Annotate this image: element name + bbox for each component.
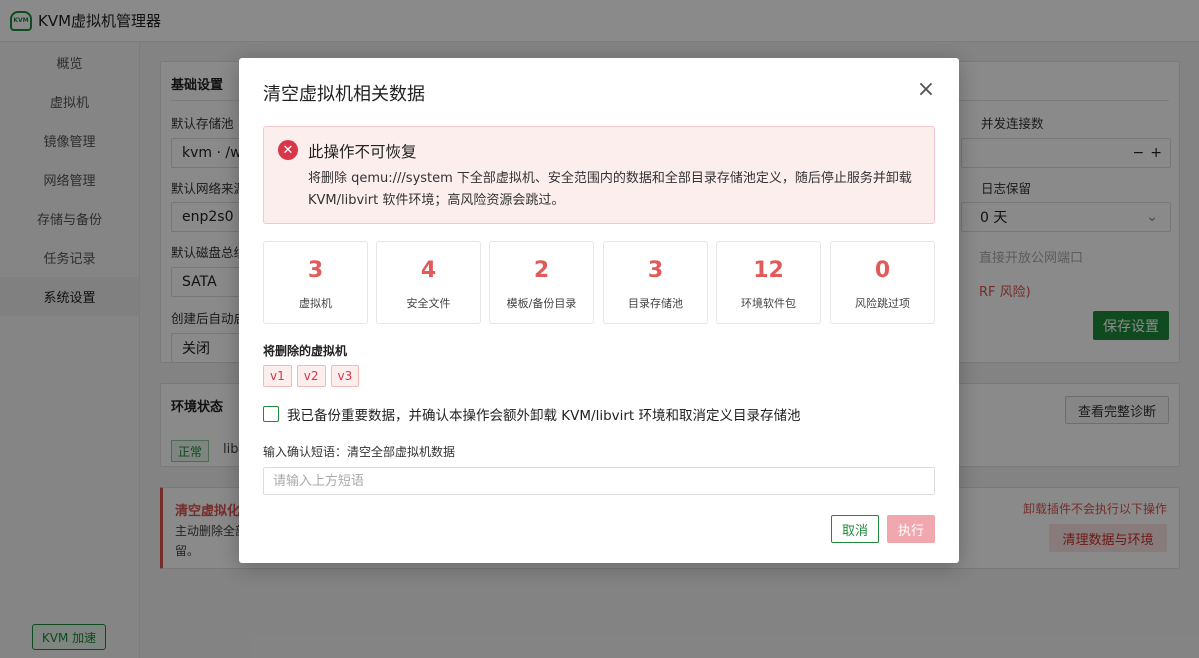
vm-tag: v2	[296, 365, 326, 387]
stat-packages: 12 环境软件包	[716, 241, 821, 324]
execute-button[interactable]: 执行	[887, 515, 935, 543]
stat-template-dirs: 2 模板/备份目录	[489, 241, 594, 324]
stat-label: 目录存储池	[628, 297, 683, 310]
stat-dir-pools: 3 目录存储池	[603, 241, 708, 324]
alert-title: 此操作不可恢复	[308, 143, 417, 161]
dialog-title: 清空虚拟机相关数据	[263, 84, 425, 105]
close-icon[interactable]: ×	[915, 79, 937, 102]
vm-tag: v3	[330, 365, 360, 387]
stat-safe-files: 4 安全文件	[376, 241, 481, 324]
vm-list-heading: 将删除的虚拟机	[263, 344, 348, 358]
stat-label: 虚拟机	[299, 297, 332, 310]
stat-label: 安全文件	[406, 297, 451, 310]
confirm-phrase-input[interactable]	[263, 467, 935, 495]
backup-confirm-checkbox[interactable]	[263, 406, 279, 422]
clear-data-dialog: 清空虚拟机相关数据 × ✕ 此操作不可恢复 将删除 qemu:///system…	[239, 58, 959, 563]
stat-label: 环境软件包	[741, 297, 796, 310]
irreversible-alert: ✕ 此操作不可恢复 将删除 qemu:///system 下全部虚拟机、安全范围…	[263, 126, 935, 224]
cancel-button[interactable]: 取消	[831, 515, 879, 543]
stat-vms: 3 虚拟机	[263, 241, 368, 324]
stat-value: 3	[307, 258, 324, 283]
stats-grid: 3 虚拟机 4 安全文件 2 模板/备份目录 3 目录存储池 12 环境软件包 …	[263, 241, 935, 324]
alert-body: 将删除 qemu:///system 下全部虚拟机、安全范围内的数据和全部目录存…	[308, 171, 912, 208]
backup-confirm-label[interactable]: 我已备份重要数据，并确认本操作会额外卸载 KVM/libvirt 环境和取消定义…	[287, 404, 801, 424]
confirm-phrase-label: 输入确认短语：清空全部虚拟机数据	[263, 445, 456, 459]
stat-label: 风险跳过项	[855, 297, 910, 310]
vm-tag-list: v1 v2 v3	[263, 365, 360, 387]
stat-value: 4	[420, 258, 437, 283]
stat-value: 12	[753, 258, 784, 283]
vm-tag: v1	[263, 365, 292, 387]
stat-value: 0	[874, 258, 891, 283]
stat-value: 3	[647, 258, 664, 283]
error-icon: ✕	[278, 140, 298, 160]
backup-confirm-row[interactable]: 我已备份重要数据，并确认本操作会额外卸载 KVM/libvirt 环境和取消定义…	[263, 404, 801, 424]
stat-label: 模板/备份目录	[506, 297, 577, 310]
stat-risk-skipped: 0 风险跳过项	[830, 241, 935, 324]
stat-value: 2	[533, 258, 550, 283]
